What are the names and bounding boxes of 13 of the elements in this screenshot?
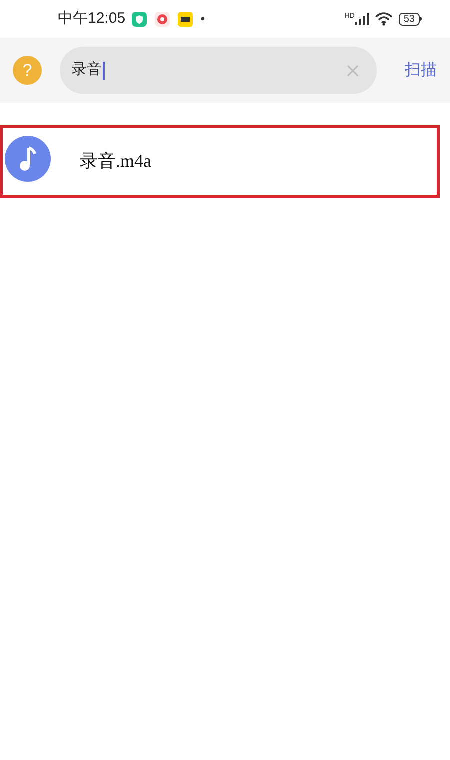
scan-button[interactable]: 扫描 [405, 58, 437, 82]
battery-level: 53 [398, 12, 420, 26]
wifi-icon [374, 12, 393, 26]
search-field[interactable]: 录音 [60, 47, 377, 94]
record-app-icon [154, 12, 170, 26]
dot-icon [200, 17, 205, 21]
file-name: 录音.m4a [80, 150, 152, 173]
shield-app-icon [132, 12, 147, 26]
clear-icon[interactable] [347, 64, 359, 76]
file-row[interactable]: 录音.m4a [0, 125, 440, 198]
delivery-app-icon [178, 12, 193, 26]
clock: 中午12:05 [58, 8, 126, 29]
signal-icon [354, 13, 369, 25]
